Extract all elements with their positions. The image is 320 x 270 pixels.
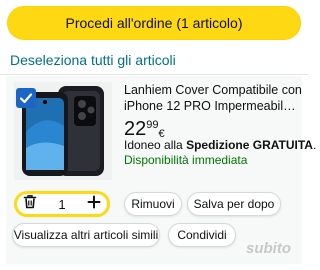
item-select-checkbox[interactable] [16, 88, 36, 108]
plus-icon [87, 195, 101, 208]
trash-icon [23, 195, 37, 209]
divider [0, 74, 308, 75]
proceed-to-checkout-button[interactable]: Procedi all'ordine (1 articolo) [7, 6, 301, 40]
view-similar-items-button[interactable]: Visualizza altri articoli simili [12, 223, 160, 247]
deselect-all-link[interactable]: Deseleziona tutti gli articoli [10, 52, 176, 68]
delete-button[interactable] [23, 194, 37, 214]
checkmark-icon [19, 93, 33, 104]
price-whole: 22 [124, 118, 147, 140]
quantity-stepper: 1 [14, 191, 110, 217]
watermark-logo: subito [246, 240, 291, 257]
product-price: 22 99 € [124, 118, 165, 140]
shipping-suffix: . [312, 138, 317, 152]
free-shipping-label: Spedizione GRATUITA [186, 138, 313, 152]
product-title-line-2[interactable]: iPhone 12 PRO Impermeabile [IP... [124, 98, 302, 114]
quantity-value: 1 [58, 196, 66, 212]
price-fraction: 99 [146, 119, 159, 131]
save-for-later-button[interactable]: Salva per dopo [187, 192, 281, 216]
availability-status: Disponibilità immediata [124, 153, 248, 167]
shipping-info: Idoneo alla Spedizione GRATUITA. [124, 138, 316, 152]
share-button[interactable]: Condividi [168, 223, 236, 247]
increment-button[interactable] [87, 195, 101, 214]
shipping-prefix: Idoneo alla [124, 138, 187, 152]
product-title-line-1[interactable]: Lanhiem Cover Compatibile con [124, 82, 302, 98]
remove-button[interactable]: Rimuovi [124, 192, 182, 216]
